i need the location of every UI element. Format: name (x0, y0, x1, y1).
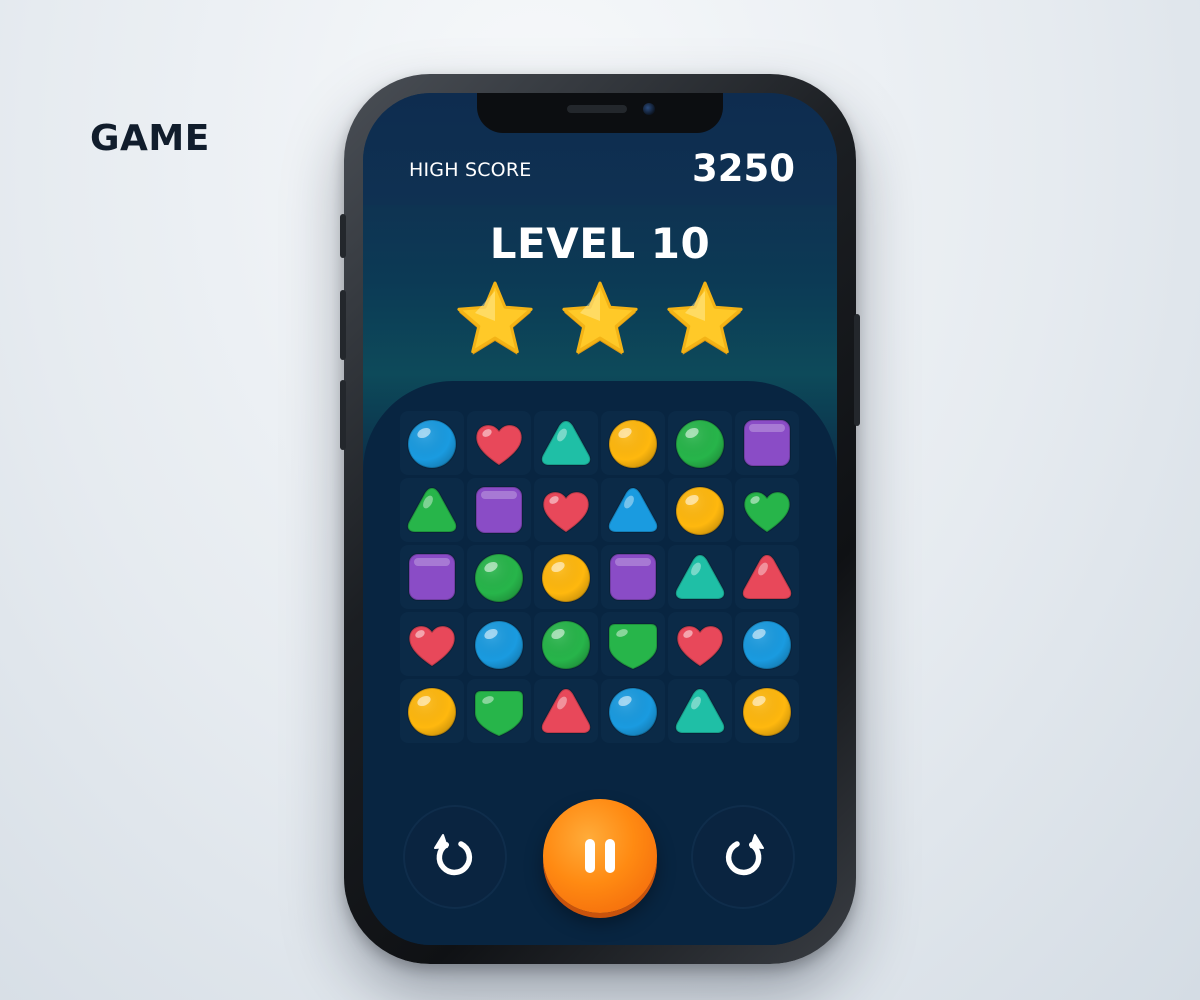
board-tile[interactable] (467, 411, 531, 475)
level-stars (455, 279, 745, 359)
board-tile[interactable] (601, 411, 665, 475)
gem-teal-triangle-icon (540, 420, 592, 466)
gem-yellow-circle-icon (541, 553, 591, 603)
gem-red-heart-icon (676, 625, 724, 667)
gem-teal-triangle-icon (674, 554, 726, 600)
gem-red-heart-icon (475, 424, 523, 466)
star-icon (665, 279, 745, 359)
board-tile[interactable] (534, 612, 598, 676)
gem-red-heart-icon (542, 491, 590, 533)
silent-switch (340, 214, 346, 258)
gem-blue-circle-icon (742, 620, 792, 670)
board-tile[interactable] (400, 545, 464, 609)
board-tile[interactable] (668, 545, 732, 609)
gem-red-heart-icon (408, 625, 456, 667)
gem-green-shield-icon (608, 623, 658, 670)
gem-blue-circle-icon (608, 687, 658, 737)
gem-green-circle-icon (675, 419, 725, 469)
game-board (400, 411, 800, 757)
board-tile[interactable] (467, 679, 531, 743)
volume-down-button (340, 380, 346, 450)
board-tile[interactable] (735, 478, 799, 542)
redo-icon (725, 834, 764, 876)
phone-frame: HIGH SCORE 3250 LEVEL 10 (340, 74, 860, 964)
board-tile[interactable] (534, 411, 598, 475)
gem-green-triangle-icon (406, 487, 458, 533)
gem-blue-circle-icon (474, 620, 524, 670)
board-tile[interactable] (400, 478, 464, 542)
gem-blue-triangle-icon (607, 487, 659, 533)
gem-green-heart-icon (743, 491, 791, 533)
gem-teal-triangle-icon (674, 688, 726, 734)
board-tile[interactable] (735, 612, 799, 676)
board-tile[interactable] (601, 478, 665, 542)
notch (477, 93, 723, 133)
high-score-value: 3250 (692, 147, 795, 190)
gem-red-triangle-icon (540, 688, 592, 734)
speaker-grille (567, 105, 627, 113)
gem-green-circle-icon (541, 620, 591, 670)
game-screen: HIGH SCORE 3250 LEVEL 10 (363, 93, 837, 945)
volume-up-button (340, 290, 346, 360)
gem-blue-circle-icon (407, 419, 457, 469)
board-tile[interactable] (735, 545, 799, 609)
board-tile[interactable] (668, 679, 732, 743)
gem-purple-square-icon (609, 553, 657, 601)
gem-purple-square-icon (475, 486, 523, 534)
gem-green-shield-icon (474, 690, 524, 737)
star-icon (455, 279, 535, 359)
board-tile[interactable] (467, 545, 531, 609)
gem-yellow-circle-icon (608, 419, 658, 469)
undo-button[interactable] (403, 805, 507, 909)
gem-purple-square-icon (408, 553, 456, 601)
board-tile[interactable] (467, 478, 531, 542)
board-tile[interactable] (400, 411, 464, 475)
board-tile[interactable] (534, 545, 598, 609)
pause-icon (585, 839, 615, 873)
board-tile[interactable] (735, 679, 799, 743)
gem-yellow-circle-icon (675, 486, 725, 536)
gem-yellow-circle-icon (742, 687, 792, 737)
board-tile[interactable] (601, 545, 665, 609)
gem-green-circle-icon (474, 553, 524, 603)
board-tile[interactable] (601, 612, 665, 676)
board-tile[interactable] (668, 612, 732, 676)
power-button (854, 314, 860, 426)
page-label: GAME (90, 118, 210, 159)
gem-purple-square-icon (743, 419, 791, 467)
camera-icon (643, 103, 655, 115)
board-tile[interactable] (400, 679, 464, 743)
board-tile[interactable] (534, 478, 598, 542)
undo-icon (434, 834, 473, 876)
board-tile[interactable] (601, 679, 665, 743)
pause-button[interactable] (543, 799, 657, 913)
high-score-label: HIGH SCORE (409, 159, 532, 181)
redo-button[interactable] (691, 805, 795, 909)
board-tile[interactable] (668, 478, 732, 542)
board-tile[interactable] (400, 612, 464, 676)
level-title: LEVEL 10 (489, 219, 711, 268)
board-tile[interactable] (467, 612, 531, 676)
gem-red-triangle-icon (741, 554, 793, 600)
gem-yellow-circle-icon (407, 687, 457, 737)
board-tile[interactable] (534, 679, 598, 743)
star-icon (560, 279, 640, 359)
board-tile[interactable] (668, 411, 732, 475)
board-tile[interactable] (735, 411, 799, 475)
